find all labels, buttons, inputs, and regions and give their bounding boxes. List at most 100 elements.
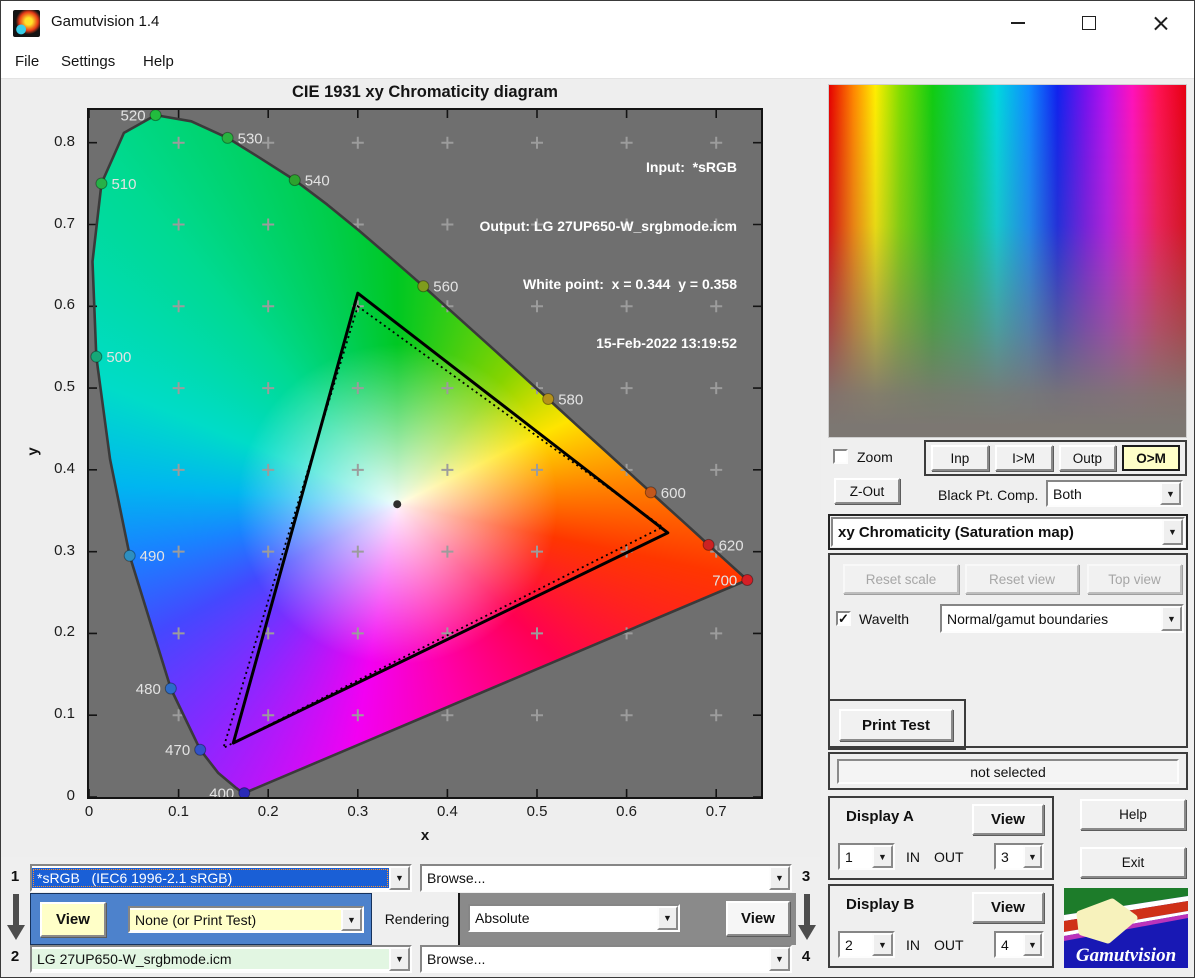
print-test-frame: Print Test <box>828 699 966 750</box>
print-test-button[interactable]: Print Test <box>839 709 953 741</box>
black-pt-comp-select[interactable]: Both ▼ <box>1046 480 1183 507</box>
view-mode-select[interactable]: xy Chromaticity (Saturation map) ▼ <box>831 517 1185 547</box>
logo-text: Gamutvision <box>1076 945 1176 966</box>
black-pt-comp-label: Black Pt. Comp. <box>938 487 1039 503</box>
print-test-select-value: None (or Print Test) <box>130 909 341 930</box>
display-a-out-value: 3 <box>1001 848 1009 865</box>
menu-file[interactable]: File <box>11 51 43 72</box>
dropdown-arrow-icon[interactable]: ▼ <box>1023 933 1042 956</box>
maximize-button[interactable] <box>1072 9 1106 37</box>
annotation-output: Output: LG 27UP650-W_srgbmode.icm <box>479 217 737 234</box>
browse-bottom-value: Browse... <box>427 951 486 967</box>
zoom-checkbox[interactable] <box>833 449 848 464</box>
dropdown-arrow-icon[interactable]: ▼ <box>872 845 893 868</box>
dropdown-arrow-icon[interactable]: ▼ <box>872 933 893 956</box>
reset-view-button[interactable]: Reset view <box>965 564 1079 594</box>
input-profile-value: *sRGB (IEC6 1996-2.1 sRGB) <box>32 868 389 888</box>
dropdown-arrow-icon[interactable]: ▼ <box>1023 845 1042 868</box>
svg-text:480: 480 <box>136 681 161 698</box>
output-profile-select[interactable]: LG 27UP650-W_srgbmode.icm ▼ <box>30 945 412 973</box>
down-arrow-icon <box>7 894 25 940</box>
zoom-checkbox-label: Zoom <box>857 449 893 465</box>
dropdown-arrow-icon[interactable]: ▼ <box>769 866 790 890</box>
outp-button[interactable]: Outp <box>1058 445 1117 471</box>
display-b-out-select[interactable]: 4 ▼ <box>994 931 1044 958</box>
y-axis-label: y <box>24 447 42 456</box>
top-view-button[interactable]: Top view <box>1087 564 1182 594</box>
o-to-m-button[interactable]: O>M <box>1122 445 1180 471</box>
dropdown-arrow-icon[interactable]: ▼ <box>389 866 410 890</box>
dropdown-arrow-icon[interactable]: ▼ <box>1162 519 1183 545</box>
svg-text:510: 510 <box>111 176 136 193</box>
dropdown-arrow-icon[interactable]: ▼ <box>1160 482 1181 505</box>
annotation-input: Input: *sRGB <box>646 159 737 175</box>
browse-bottom-select[interactable]: Browse... ▼ <box>420 945 792 973</box>
dropdown-arrow-icon[interactable]: ▼ <box>1161 606 1182 631</box>
dropdown-arrow-icon[interactable]: ▼ <box>769 947 790 971</box>
minimize-button[interactable] <box>1001 9 1035 37</box>
y-tick-label: 0.3 <box>54 541 75 559</box>
z-out-button[interactable]: Z-Out <box>834 478 900 504</box>
rendering-intent-select[interactable]: Absolute ▼ <box>468 904 680 932</box>
menu-settings[interactable]: Settings <box>57 51 119 72</box>
status-field: not selected <box>837 759 1179 784</box>
display-a-in-label: IN <box>906 849 920 865</box>
wavelth-checkbox[interactable]: ✓ <box>836 611 851 626</box>
view-output-button[interactable]: View <box>726 901 790 936</box>
x-tick-label: 0.2 <box>257 803 279 820</box>
y-tick-label: 0.1 <box>54 705 75 723</box>
app-icon <box>13 10 40 37</box>
inp-button[interactable]: Inp <box>931 445 989 471</box>
display-a-view-button[interactable]: View <box>972 804 1044 835</box>
rendering-intent-value: Absolute <box>475 910 530 926</box>
slot-3-number: 3 <box>801 868 811 885</box>
display-b-in-select[interactable]: 2 ▼ <box>838 931 895 958</box>
y-tick-label: 0.2 <box>54 623 75 641</box>
black-pt-comp-value: Both <box>1053 485 1082 502</box>
help-button[interactable]: Help <box>1080 799 1186 830</box>
wavelth-checkbox-label: Wavelth <box>859 611 910 627</box>
slot-1-number: 1 <box>10 868 20 885</box>
boundaries-value: Normal/gamut boundaries <box>947 610 1109 627</box>
display-a-out-select[interactable]: 3 ▼ <box>994 843 1044 870</box>
exit-button[interactable]: Exit <box>1080 847 1186 878</box>
gamut-button-group: Inp I>M Outp O>M <box>924 440 1187 476</box>
display-b-title: Display B <box>846 896 915 913</box>
view-input-button[interactable]: View <box>40 902 106 937</box>
svg-text:520: 520 <box>121 110 146 125</box>
x-tick-label: 0 <box>84 803 94 820</box>
display-a-in-value: 1 <box>845 848 853 865</box>
y-axis-ticks: 0 0.1 0.2 0.3 0.4 0.5 0.6 0.7 0.8 <box>9 110 81 804</box>
close-icon <box>1152 15 1169 32</box>
input-profile-select[interactable]: *sRGB (IEC6 1996-2.1 sRGB) ▼ <box>30 864 412 892</box>
browse-top-select[interactable]: Browse... ▼ <box>420 864 792 892</box>
y-tick-label: 0.8 <box>54 132 75 150</box>
annotation-timestamp: 15-Feb-2022 13:19:52 <box>596 334 737 351</box>
dropdown-arrow-icon[interactable]: ▼ <box>389 947 410 971</box>
y-tick-label: 0.4 <box>54 459 75 477</box>
view-mode-value: xy Chromaticity (Saturation map) <box>838 523 1074 541</box>
x-tick-label: 0.5 <box>526 803 548 820</box>
x-tick-label: 0.7 <box>705 803 727 820</box>
dropdown-arrow-icon[interactable]: ▼ <box>657 906 678 930</box>
y-tick-label: 0 <box>66 787 75 804</box>
close-button[interactable] <box>1143 9 1177 37</box>
menu-help[interactable]: Help <box>139 51 178 72</box>
app-window: Gamutvision 1.4 File Settings Help CIE 1… <box>0 0 1195 978</box>
chart-title: CIE 1931 xy Chromaticity diagram <box>292 83 558 101</box>
display-a-group: Display A View 1 ▼ IN OUT 3 ▼ <box>828 796 1054 880</box>
view-options-group: Reset scale Reset view Top view ✓ Wavelt… <box>828 553 1188 750</box>
output-profile-value: LG 27UP650-W_srgbmode.icm <box>32 949 389 969</box>
saturation-map-image <box>828 84 1187 438</box>
dropdown-arrow-icon[interactable]: ▼ <box>341 908 362 931</box>
display-a-in-select[interactable]: 1 ▼ <box>838 843 895 870</box>
boundaries-select[interactable]: Normal/gamut boundaries ▼ <box>940 604 1184 633</box>
svg-text:500: 500 <box>106 349 131 366</box>
reset-scale-button[interactable]: Reset scale <box>843 564 959 594</box>
input-view-panel: View None (or Print Test) ▼ <box>30 893 372 945</box>
display-b-view-button[interactable]: View <box>972 892 1044 923</box>
down-arrow-icon <box>798 894 816 940</box>
display-b-group: Display B View 2 ▼ IN OUT 4 ▼ <box>828 884 1054 968</box>
print-test-select[interactable]: None (or Print Test) ▼ <box>128 906 364 933</box>
i-to-m-button[interactable]: I>M <box>994 445 1053 471</box>
